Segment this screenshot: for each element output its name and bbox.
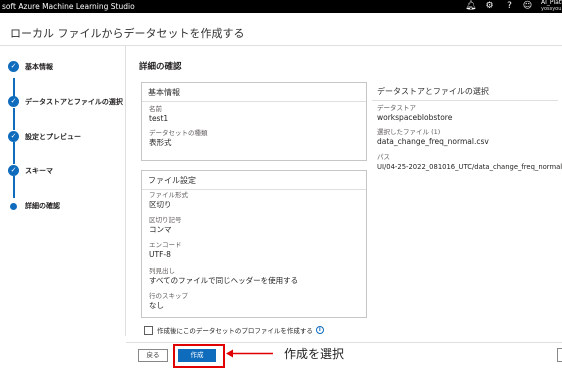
back-button[interactable]: 戻る — [138, 349, 168, 362]
info-icon[interactable]: i — [315, 326, 324, 334]
step-label: データストアとファイルの選択 — [25, 97, 123, 106]
user-subtitle: yossyou — [541, 6, 562, 12]
step-label: 設定とプレビュー — [25, 132, 81, 141]
app-title: soft Azure Machine Learning Studio — [2, 2, 135, 11]
basic-info-card: 基本情報 名前 test1 データセットの種類 表形式 — [141, 82, 367, 161]
step-label: 詳細の確認 — [25, 202, 60, 210]
step-connector — [13, 142, 15, 164]
field-value: 表形式 — [149, 138, 172, 147]
field-label: データストア — [377, 104, 416, 112]
profile-option[interactable]: 作成後にこのデータセットのプロファイルを作成する i — [144, 325, 324, 335]
panel-title: ローカル ファイルからデータセットを作成する — [10, 27, 245, 40]
next-button-partial[interactable] — [557, 348, 562, 362]
smiley-icon[interactable]: ☺ — [522, 1, 533, 12]
check-icon: ✓ — [8, 165, 19, 176]
file-format-field: ファイル形式 区切り — [149, 191, 188, 210]
highlight-box — [173, 344, 225, 368]
field-label: 行のスキップ — [149, 292, 188, 300]
current-step-dot-icon — [10, 202, 17, 210]
field-value: UI/04-25-2022_081016_UTC/data_change_fre… — [377, 163, 562, 171]
steps-divider — [125, 46, 126, 336]
card-title: ファイル設定 — [142, 171, 366, 190]
step-datastore-file[interactable]: ✓ データストアとファイルの選択 — [8, 96, 123, 107]
field-value: test1 — [149, 114, 169, 123]
gear-icon[interactable]: ⚙ — [484, 1, 495, 12]
step-label: 基本情報 — [25, 62, 53, 71]
datastore-file-section: データストアとファイルの選択 データストア workspaceblobstore… — [372, 82, 562, 182]
field-value: 区切り — [149, 200, 172, 209]
check-icon: ✓ — [8, 96, 19, 107]
step-basic-info[interactable]: ✓ 基本情報 — [8, 61, 53, 72]
field-label: パス — [377, 153, 390, 161]
user-account[interactable]: AI_Platf yossyou — [541, 0, 562, 12]
section-title: 詳細の確認 — [139, 62, 182, 72]
footer-divider — [126, 342, 562, 343]
step-settings-preview[interactable]: ✓ 設定とプレビュー — [8, 131, 81, 142]
skip-rows-field: 行のスキップ なし — [149, 292, 188, 311]
top-bar: soft Azure Machine Learning Studio 🔔︎ ⚙ … — [0, 0, 562, 13]
field-label: ファイル形式 — [149, 191, 188, 199]
annotation-text: 作成を選択 — [284, 347, 345, 361]
field-label: データセットの種類 — [149, 129, 208, 137]
dataset-type-field: データセットの種類 表形式 — [149, 129, 208, 148]
field-label: 選択したファイル (1) — [377, 128, 441, 136]
step-schema[interactable]: ✓ スキーマ — [8, 165, 53, 176]
datastore-field: データストア workspaceblobstore — [377, 104, 452, 123]
field-label: 名前 — [149, 105, 162, 113]
encoding-field: エンコード UTF-8 — [149, 241, 182, 260]
delimiter-field: 区切り記号 コンマ — [149, 216, 182, 235]
step-label: スキーマ — [25, 166, 53, 175]
field-value: data_change_freq_normal.csv — [377, 137, 489, 146]
bell-icon[interactable]: 🔔︎ — [465, 1, 476, 12]
field-label: エンコード — [149, 241, 182, 249]
field-value: コンマ — [149, 225, 172, 234]
step-connector — [13, 108, 15, 130]
step-connector — [13, 176, 15, 198]
field-value: なし — [149, 301, 164, 310]
check-icon: ✓ — [8, 61, 19, 72]
field-value: UTF-8 — [149, 250, 171, 259]
file-settings-card: ファイル設定 ファイル形式 区切り 区切り記号 コンマ エンコード UTF-8 … — [141, 170, 367, 318]
field-label: 区切り記号 — [149, 216, 182, 224]
profile-checkbox[interactable] — [144, 325, 153, 335]
profile-checkbox-label[interactable]: 作成後にこのデータセットのプロファイルを作成する — [157, 325, 313, 335]
field-value: workspaceblobstore — [377, 113, 453, 122]
section-heading: データストアとファイルの選択 — [372, 82, 558, 101]
selected-files-field: 選択したファイル (1) data_change_freq_normal.csv — [377, 128, 489, 147]
path-field: パス UI/04-25-2022_081016_UTC/data_change_… — [377, 153, 562, 172]
help-icon[interactable]: ? — [504, 1, 515, 12]
check-icon: ✓ — [8, 131, 19, 142]
column-headers-field: 列見出し すべてのファイルで同じヘッダーを使用する — [149, 267, 298, 286]
card-title: 基本情報 — [142, 83, 366, 102]
field-value: すべてのファイルで同じヘッダーを使用する — [149, 276, 299, 285]
step-review[interactable]: 詳細の確認 — [8, 201, 60, 211]
annotation-arrow-icon — [226, 349, 273, 358]
wizard-steps: ✓ 基本情報 ✓ データストアとファイルの選択 ✓ 設定とプレビュー ✓ スキー… — [0, 46, 125, 336]
name-field: 名前 test1 — [149, 105, 168, 124]
field-label: 列見出し — [149, 267, 175, 275]
